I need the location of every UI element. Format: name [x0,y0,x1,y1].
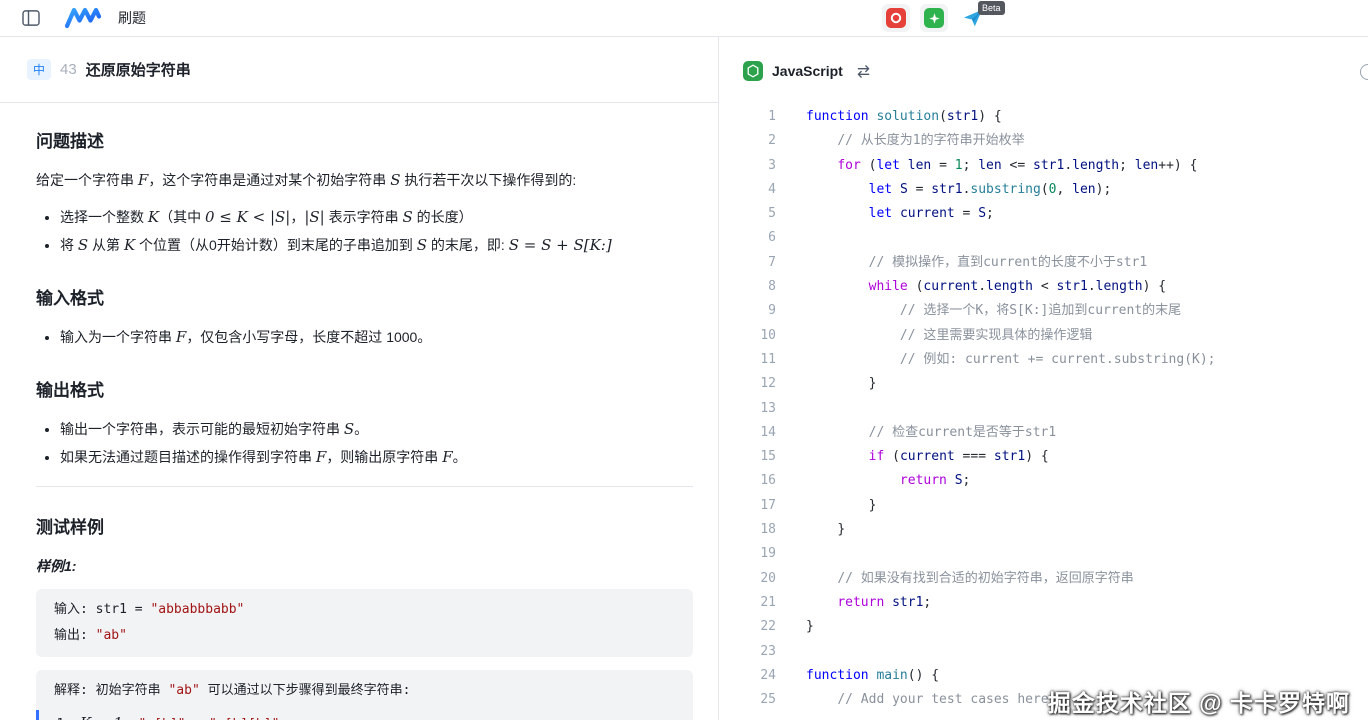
sample-step: K = 1: "a[b]" → "a[b][b]" [80,710,675,720]
code-line[interactable] [806,397,1368,421]
javascript-language-icon [743,61,763,81]
line-number: 4 [719,178,776,202]
problem-title: 还原原始字符串 [86,59,191,80]
code-line[interactable]: // 模拟操作，直到current的长度不小于str1 [806,251,1368,275]
code-line[interactable]: // 检查current是否等于str1 [806,421,1368,445]
line-number: 3 [719,154,776,178]
line-number: 7 [719,251,776,275]
code-line[interactable]: } [806,372,1368,396]
line-number: 22 [719,615,776,639]
code-line[interactable]: } [806,518,1368,542]
code-line[interactable]: // 这里需要实现具体的操作逻辑 [806,324,1368,348]
line-number: 12 [719,372,776,396]
section-heading: 输入格式 [36,284,693,309]
code-line[interactable]: // 例如: current += current.substring(K); [806,348,1368,372]
code-line[interactable]: } [806,615,1368,639]
line-number: 16 [719,469,776,493]
code-line[interactable]: // 如果没有找到合适的初始字符串，返回原字符串 [806,567,1368,591]
sample-steps: K = 1: "a[b]" → "a[b][b]" [36,710,675,720]
difficulty-badge: 中 [27,59,51,80]
section-heading: 测试样例 [36,513,693,538]
watermark: 掘金技术社区 @ 卡卡罗特啊 [1048,684,1350,718]
line-gutter: 1234567891011121314151617181920212223242… [719,105,776,720]
code-line[interactable]: if (current === str1) { [806,445,1368,469]
beta-badge: Beta [978,1,1005,15]
bullet-item: 输入为一个字符串 F，仅包含小写字母，长度不超过 1000。 [60,325,693,350]
marscode-logo-icon[interactable] [64,7,102,29]
line-number: 15 [719,445,776,469]
line-number: 11 [719,348,776,372]
record-icon [886,8,906,28]
sample-label: 样例1: [36,556,693,576]
record-extension-button[interactable] [882,4,910,32]
code-line[interactable]: // 选择一个K，将S[K:]追加到current的末尾 [806,299,1368,323]
language-label: JavaScript [772,63,843,79]
code-line[interactable]: let current = S; [806,202,1368,226]
code-line[interactable]: // 从长度为1的字符串开始枚举 [806,129,1368,153]
code-line[interactable]: return str1; [806,591,1368,615]
line-number: 18 [719,518,776,542]
code-line[interactable]: for (let len = 1; len <= str1.length; le… [806,154,1368,178]
code-editor[interactable]: 1234567891011121314151617181920212223242… [719,105,1368,720]
line-number: 23 [719,640,776,664]
line-number: 14 [719,421,776,445]
code-line[interactable]: } [806,494,1368,518]
sparkle-icon [924,8,944,28]
line-number: 10 [719,324,776,348]
bullet-item: 输出一个字符串，表示可能的最短初始字符串 S。 [60,417,693,442]
code-line[interactable]: while (current.length < str1.length) { [806,275,1368,299]
sample-code-line: 输出: "ab" [54,623,675,649]
main-area: 中 43 还原原始字符串 问题描述给定一个字符串 F，这个字符串是通过对某个初始… [0,37,1368,720]
problem-paragraph: 给定一个字符串 F，这个字符串是通过对某个初始字符串 S 执行若干次以下操作得到… [36,168,693,193]
line-number: 2 [719,129,776,153]
code-area[interactable]: function solution(str1) { // 从长度为1的字符串开始… [776,105,1368,720]
bullet-item: 如果无法通过题目描述的操作得到字符串 F，则输出原字符串 F。 [60,445,693,470]
bullet-item: 将 S 从第 K 个位置（从0开始计数）到末尾的子串追加到 S 的末尾，即: S… [60,233,693,258]
section-heading: 输出格式 [36,376,693,401]
problem-body: 问题描述给定一个字符串 F，这个字符串是通过对某个初始字符串 S 执行若干次以下… [0,103,718,720]
line-number: 6 [719,226,776,250]
send-extension-button[interactable]: Beta [958,4,988,32]
bullet-list: 输入为一个字符串 F，仅包含小写字母，长度不超过 1000。 [36,325,693,350]
sample-code-block: 输入: str1 = "abbabbbabb"输出: "ab" [36,589,693,657]
topbar: 刷题 Beta [0,0,1368,37]
problem-header: 中 43 还原原始字符串 [0,37,718,103]
bullet-list: 选择一个整数 K（其中 0 ≤ K < |S|，|S| 表示字符串 S 的长度）… [36,205,693,258]
line-number: 13 [719,397,776,421]
line-number: 20 [719,567,776,591]
line-number: 24 [719,664,776,688]
sample-code-line: 输入: str1 = "abbabbbabb" [54,597,675,623]
section-heading: 问题描述 [36,127,693,152]
line-number: 9 [719,299,776,323]
editor-settings-icon[interactable] [1360,64,1368,80]
line-number: 19 [719,542,776,566]
plugin-extension-button[interactable] [920,4,948,32]
problem-number: 43 [60,61,77,78]
line-number: 8 [719,275,776,299]
app-title: 刷题 [118,8,146,28]
extension-toolbar: Beta [882,4,988,32]
code-line[interactable] [806,226,1368,250]
line-number: 5 [719,202,776,226]
switch-language-icon[interactable] [856,64,871,79]
code-line[interactable] [806,542,1368,566]
line-number: 17 [719,494,776,518]
editor-panel: JavaScript 12345678910111213141516171819… [719,37,1368,720]
bullet-list: 输出一个字符串，表示可能的最短初始字符串 S。如果无法通过题目描述的操作得到字符… [36,417,693,470]
code-line[interactable]: function solution(str1) { [806,105,1368,129]
editor-header: JavaScript [719,37,1368,105]
line-number: 1 [719,105,776,129]
line-number: 25 [719,688,776,712]
bullet-item: 选择一个整数 K（其中 0 ≤ K < |S|，|S| 表示字符串 S 的长度） [60,205,693,230]
problem-panel: 中 43 还原原始字符串 问题描述给定一个字符串 F，这个字符串是通过对某个初始… [0,37,719,720]
divider [36,486,693,487]
sample-code-block: 解释: 初始字符串 "ab" 可以通过以下步骤得到最终字符串: K = 1: "a… [36,670,693,720]
code-line[interactable]: let S = str1.substring(0, len); [806,178,1368,202]
line-number: 21 [719,591,776,615]
sample-code-line: 解释: 初始字符串 "ab" 可以通过以下步骤得到最终字符串: [54,678,675,704]
code-line[interactable]: return S; [806,469,1368,493]
code-line[interactable] [806,640,1368,664]
sidebar-toggle-icon[interactable] [18,5,44,31]
